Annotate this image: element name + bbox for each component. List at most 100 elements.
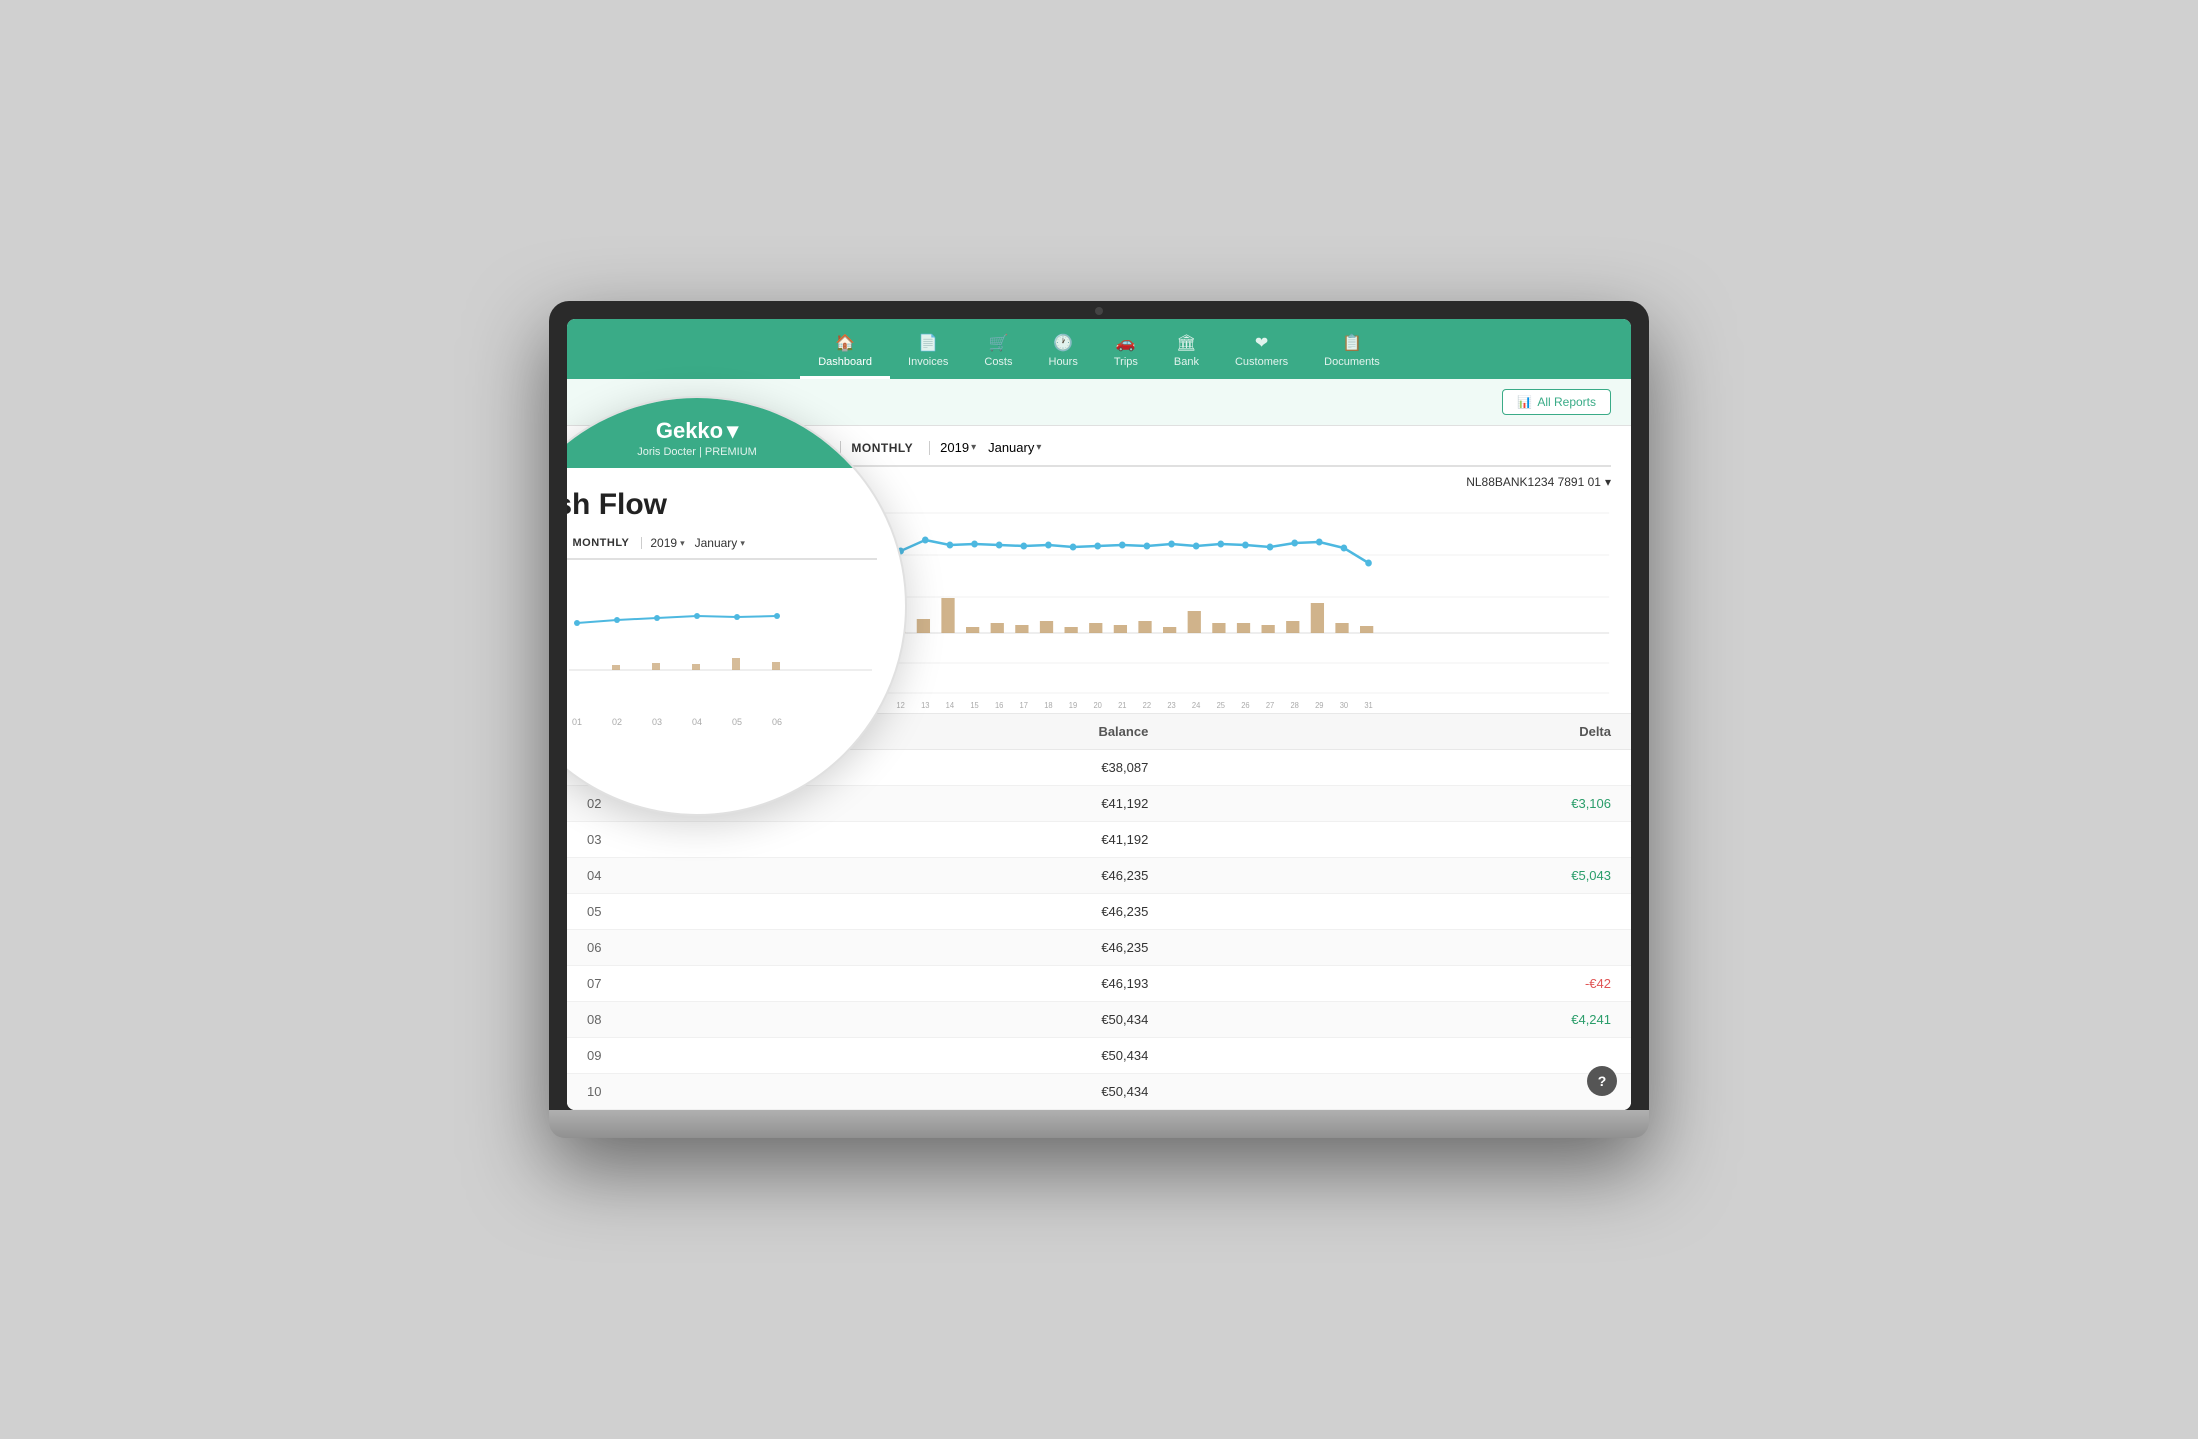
mag-year-select-wrap: 2019 ▾ — [650, 536, 684, 558]
svg-text:13: 13 — [921, 701, 929, 710]
svg-text:12: 12 — [896, 701, 904, 710]
year-select-wrap[interactable]: 2019 ▾ — [940, 440, 976, 465]
svg-text:31: 31 — [1364, 701, 1372, 710]
documents-icon: 📋 — [1342, 333, 1362, 353]
svg-text:22: 22 — [1143, 701, 1151, 710]
col-delta: Delta — [1168, 714, 1631, 750]
invoices-icon: 📄 — [918, 333, 938, 353]
bank-line: NL88BANK1234 7891 01 ▾ — [787, 467, 1611, 493]
svg-text:17: 17 — [1020, 701, 1028, 710]
cell-balance: €50,434 — [647, 1038, 1168, 1074]
help-button[interactable]: ? — [1587, 1066, 1617, 1096]
month-value[interactable]: January — [988, 440, 1034, 455]
cell-balance: €46,235 — [647, 894, 1168, 930]
cell-balance: €46,235 — [647, 858, 1168, 894]
month-arrow: ▾ — [1036, 442, 1041, 453]
cell-balance: €46,193 — [647, 966, 1168, 1002]
svg-text:23: 23 — [1167, 701, 1175, 710]
svg-text:29: 29 — [1315, 701, 1323, 710]
mag-tab-divider2 — [641, 537, 642, 549]
table-row: 05€46,235 — [567, 894, 1631, 930]
laptop-frame: 🏠 Dashboard 📄 Invoices 🛒 Costs 🕐 Hours 🚗… — [549, 301, 1649, 1138]
mag-subtitle: Joris Docter | PREMIUM — [637, 446, 757, 458]
cell-day: 08 — [567, 1002, 647, 1038]
svg-text:15: 15 — [970, 701, 978, 710]
mag-tab-monthly[interactable]: MONTHLY — [573, 537, 642, 557]
cell-day: 09 — [567, 1038, 647, 1074]
nav-costs[interactable]: 🛒 Costs — [966, 325, 1030, 379]
svg-text:30: 30 — [1340, 701, 1349, 710]
cell-delta: €3,106 — [1168, 786, 1631, 822]
cell-day: 05 — [567, 894, 647, 930]
svg-text:24: 24 — [1192, 701, 1201, 710]
mag-month-arrow: ▾ — [740, 538, 745, 549]
nav-documents[interactable]: 📋 Documents — [1306, 325, 1398, 379]
svg-text:20: 20 — [1093, 701, 1102, 710]
nav-dashboard-label: Dashboard — [818, 356, 872, 368]
nav-costs-label: Costs — [984, 356, 1012, 368]
cell-delta — [1168, 1074, 1631, 1110]
cell-day: 03 — [567, 822, 647, 858]
svg-text:21: 21 — [1118, 701, 1126, 710]
nav-trips[interactable]: 🚗 Trips — [1096, 325, 1156, 379]
cell-delta: -€42 — [1168, 966, 1631, 1002]
mag-brand-arrow: ▾ — [727, 418, 738, 444]
cell-day: 04 — [567, 858, 647, 894]
cell-day: 06 — [567, 930, 647, 966]
dashboard-icon: 🏠 — [835, 333, 855, 353]
bank-account-number: NL88BANK1234 7891 01 — [1466, 475, 1601, 489]
hours-icon: 🕐 — [1053, 333, 1073, 353]
cell-day: 07 — [567, 966, 647, 1002]
nav-dashboard[interactable]: 🏠 Dashboard — [800, 325, 890, 379]
cell-delta — [1168, 1038, 1631, 1074]
svg-text:25: 25 — [1217, 701, 1225, 710]
mag-month-select-wrap: January ▾ — [695, 536, 745, 558]
table-row: 06€46,235 — [567, 930, 1631, 966]
bank-icon: 🏛 — [1176, 333, 1196, 353]
bank-arrow: ▾ — [1605, 475, 1611, 489]
cell-balance: €50,434 — [647, 1074, 1168, 1110]
all-reports-button[interactable]: 📊 All Reports — [1502, 389, 1611, 415]
svg-text:18: 18 — [1044, 701, 1052, 710]
table-row: 07€46,193-€42 — [567, 966, 1631, 1002]
content-area: Gekko ▾ Joris Docter | PREMIUM Cash Flow… — [567, 426, 1631, 1110]
mag-year-value[interactable]: 2019 — [650, 536, 677, 550]
laptop-base — [549, 1110, 1649, 1138]
mag-month-value[interactable]: January — [695, 536, 738, 550]
month-select-wrap[interactable]: January ▾ — [988, 440, 1041, 465]
chart-wrapper: 60,000 40,000 20,000 0 -20,000 -40,000 — [787, 493, 1611, 713]
mag-tabs: DAILY MONTHLY 2019 ▾ January ▾ — [567, 536, 877, 560]
table-row: 04€46,235€5,043 — [567, 858, 1631, 894]
nav-invoices-label: Invoices — [908, 356, 948, 368]
svg-text:16: 16 — [995, 701, 1003, 710]
year-arrow: ▾ — [971, 442, 976, 453]
all-reports-chart-icon: 📊 — [1517, 395, 1532, 409]
nav-bar: 🏠 Dashboard 📄 Invoices 🛒 Costs 🕐 Hours 🚗… — [567, 319, 1631, 379]
table-row: 08€50,434€4,241 — [567, 1002, 1631, 1038]
svg-text:06: 06 — [772, 717, 782, 727]
svg-text:14: 14 — [946, 701, 955, 710]
cell-delta — [1168, 930, 1631, 966]
all-reports-label: All Reports — [1537, 395, 1596, 409]
nav-customers[interactable]: ❤ Customers — [1217, 325, 1306, 379]
nav-documents-label: Documents — [1324, 356, 1380, 368]
cell-delta: €4,241 — [1168, 1002, 1631, 1038]
customers-icon: ❤ — [1255, 333, 1268, 353]
bank-account-selector[interactable]: NL88BANK1234 7891 01 ▾ — [1466, 475, 1611, 489]
tab-monthly[interactable]: MONTHLY — [851, 441, 929, 467]
tab-divider2 — [929, 441, 930, 455]
svg-text:19: 19 — [1069, 701, 1077, 710]
cell-balance: €41,192 — [647, 822, 1168, 858]
trips-icon: 🚗 — [1116, 333, 1136, 353]
nav-hours[interactable]: 🕐 Hours — [1031, 325, 1096, 379]
nav-customers-label: Customers — [1235, 356, 1288, 368]
nav-invoices[interactable]: 📄 Invoices — [890, 325, 966, 379]
cell-day: 10 — [567, 1074, 647, 1110]
nav-bank[interactable]: 🏛 Bank — [1156, 325, 1217, 379]
svg-text:05: 05 — [732, 717, 742, 727]
cell-delta — [1168, 750, 1631, 786]
costs-icon: 🛒 — [988, 333, 1008, 353]
table-row: 03€41,192 — [567, 822, 1631, 858]
year-value[interactable]: 2019 — [940, 440, 969, 455]
svg-text:04: 04 — [692, 717, 702, 727]
